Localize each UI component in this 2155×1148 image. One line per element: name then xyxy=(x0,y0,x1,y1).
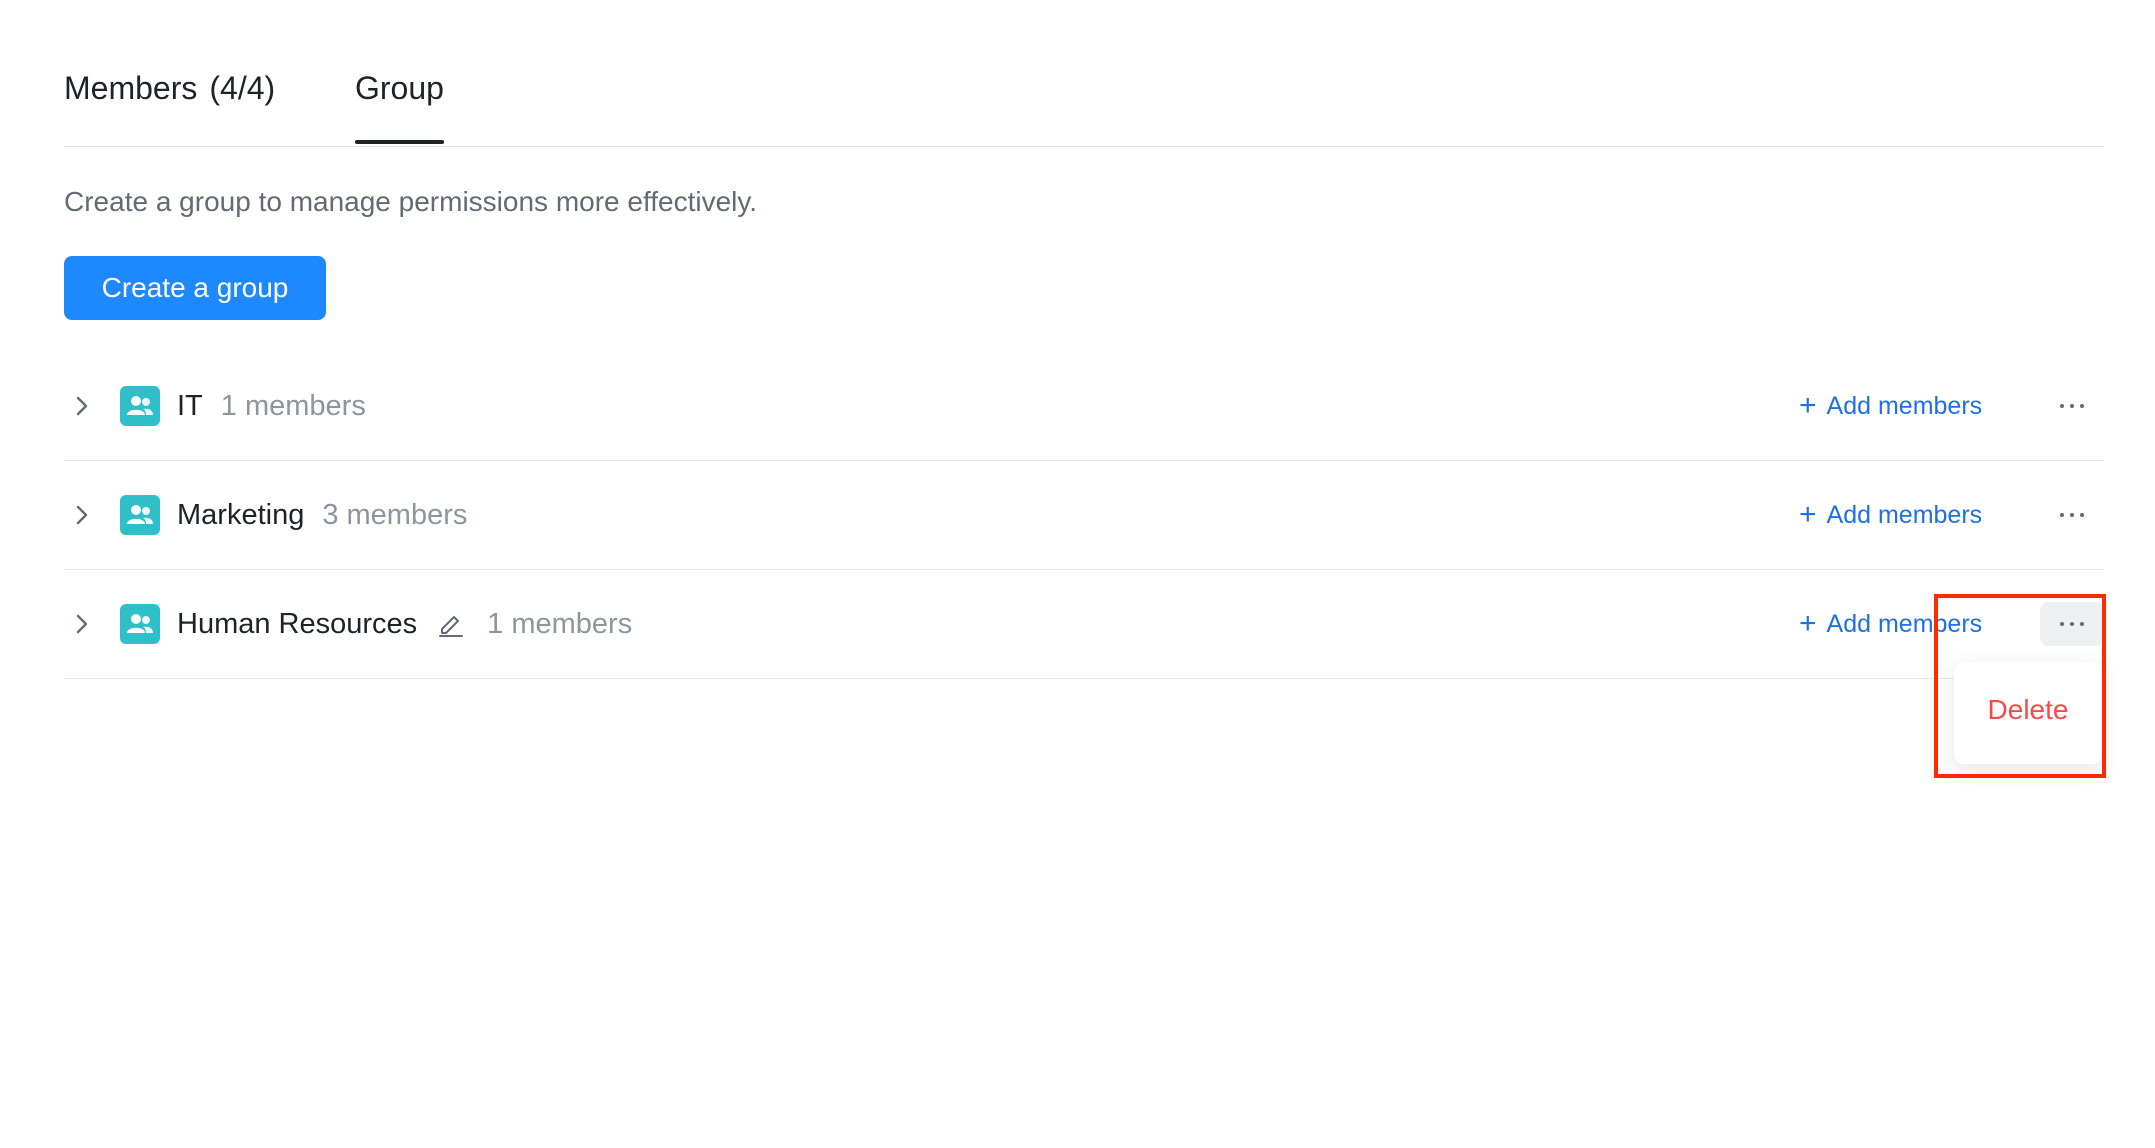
add-members-button[interactable]: + Add members xyxy=(1799,388,1982,424)
delete-menu-item[interactable]: Delete xyxy=(1954,692,2102,728)
page-description: Create a group to manage permissions mor… xyxy=(64,186,758,217)
tab-bar: Members (4/4) Group xyxy=(64,0,2104,147)
group-member-count: 3 members xyxy=(322,499,468,531)
pencil-icon[interactable] xyxy=(437,610,465,638)
group-settings-page: Members (4/4) Group Create a group to man… xyxy=(64,0,2104,679)
group-member-count: 1 members xyxy=(487,608,633,640)
plus-icon: + xyxy=(1799,607,1817,640)
chevron-right-icon[interactable] xyxy=(70,610,94,638)
group-row-it: IT 1 members + Add members xyxy=(64,352,2104,461)
chevron-right-icon[interactable] xyxy=(70,392,94,420)
group-name-container: Marketing 3 members xyxy=(177,495,467,535)
more-horizontal-icon[interactable] xyxy=(2040,493,2104,537)
add-members-label: Add members xyxy=(1826,501,1983,529)
add-members-label: Add members xyxy=(1826,392,1983,420)
group-name: Marketing xyxy=(177,499,305,531)
group-row-marketing: Marketing 3 members + Add members xyxy=(64,461,2104,570)
more-actions-dropdown: Delete xyxy=(1954,662,2102,764)
group-name: Human Resources xyxy=(177,608,418,640)
group-name: IT xyxy=(177,390,203,422)
more-horizontal-icon[interactable] xyxy=(2040,384,2104,428)
create-group-button[interactable]: Create a group xyxy=(64,256,326,320)
group-users-icon xyxy=(120,386,160,426)
group-name-container: IT 1 members xyxy=(177,386,366,426)
add-members-button[interactable]: + Add members xyxy=(1799,606,1982,642)
group-row-human-resources: Human Resources 1 members + Add members xyxy=(64,570,2104,679)
chevron-right-icon[interactable] xyxy=(70,501,94,529)
tab-group-label: Group xyxy=(355,70,444,106)
add-members-label: Add members xyxy=(1826,610,1983,638)
group-users-icon xyxy=(120,604,160,644)
more-horizontal-icon[interactable] xyxy=(2040,602,2104,646)
tab-members-label: Members xyxy=(64,70,198,106)
group-list: IT 1 members + Add members Marketing 3 m… xyxy=(64,352,2104,679)
add-members-button[interactable]: + Add members xyxy=(1799,497,1982,533)
plus-icon: + xyxy=(1799,389,1817,422)
tab-members-count: (4/4) xyxy=(209,70,276,106)
tab-members[interactable]: Members (4/4) xyxy=(64,68,275,108)
tab-group[interactable]: Group xyxy=(355,68,444,144)
group-name-container: Human Resources 1 members xyxy=(177,604,632,644)
group-member-count: 1 members xyxy=(220,390,366,422)
group-users-icon xyxy=(120,495,160,535)
plus-icon: + xyxy=(1799,498,1817,531)
